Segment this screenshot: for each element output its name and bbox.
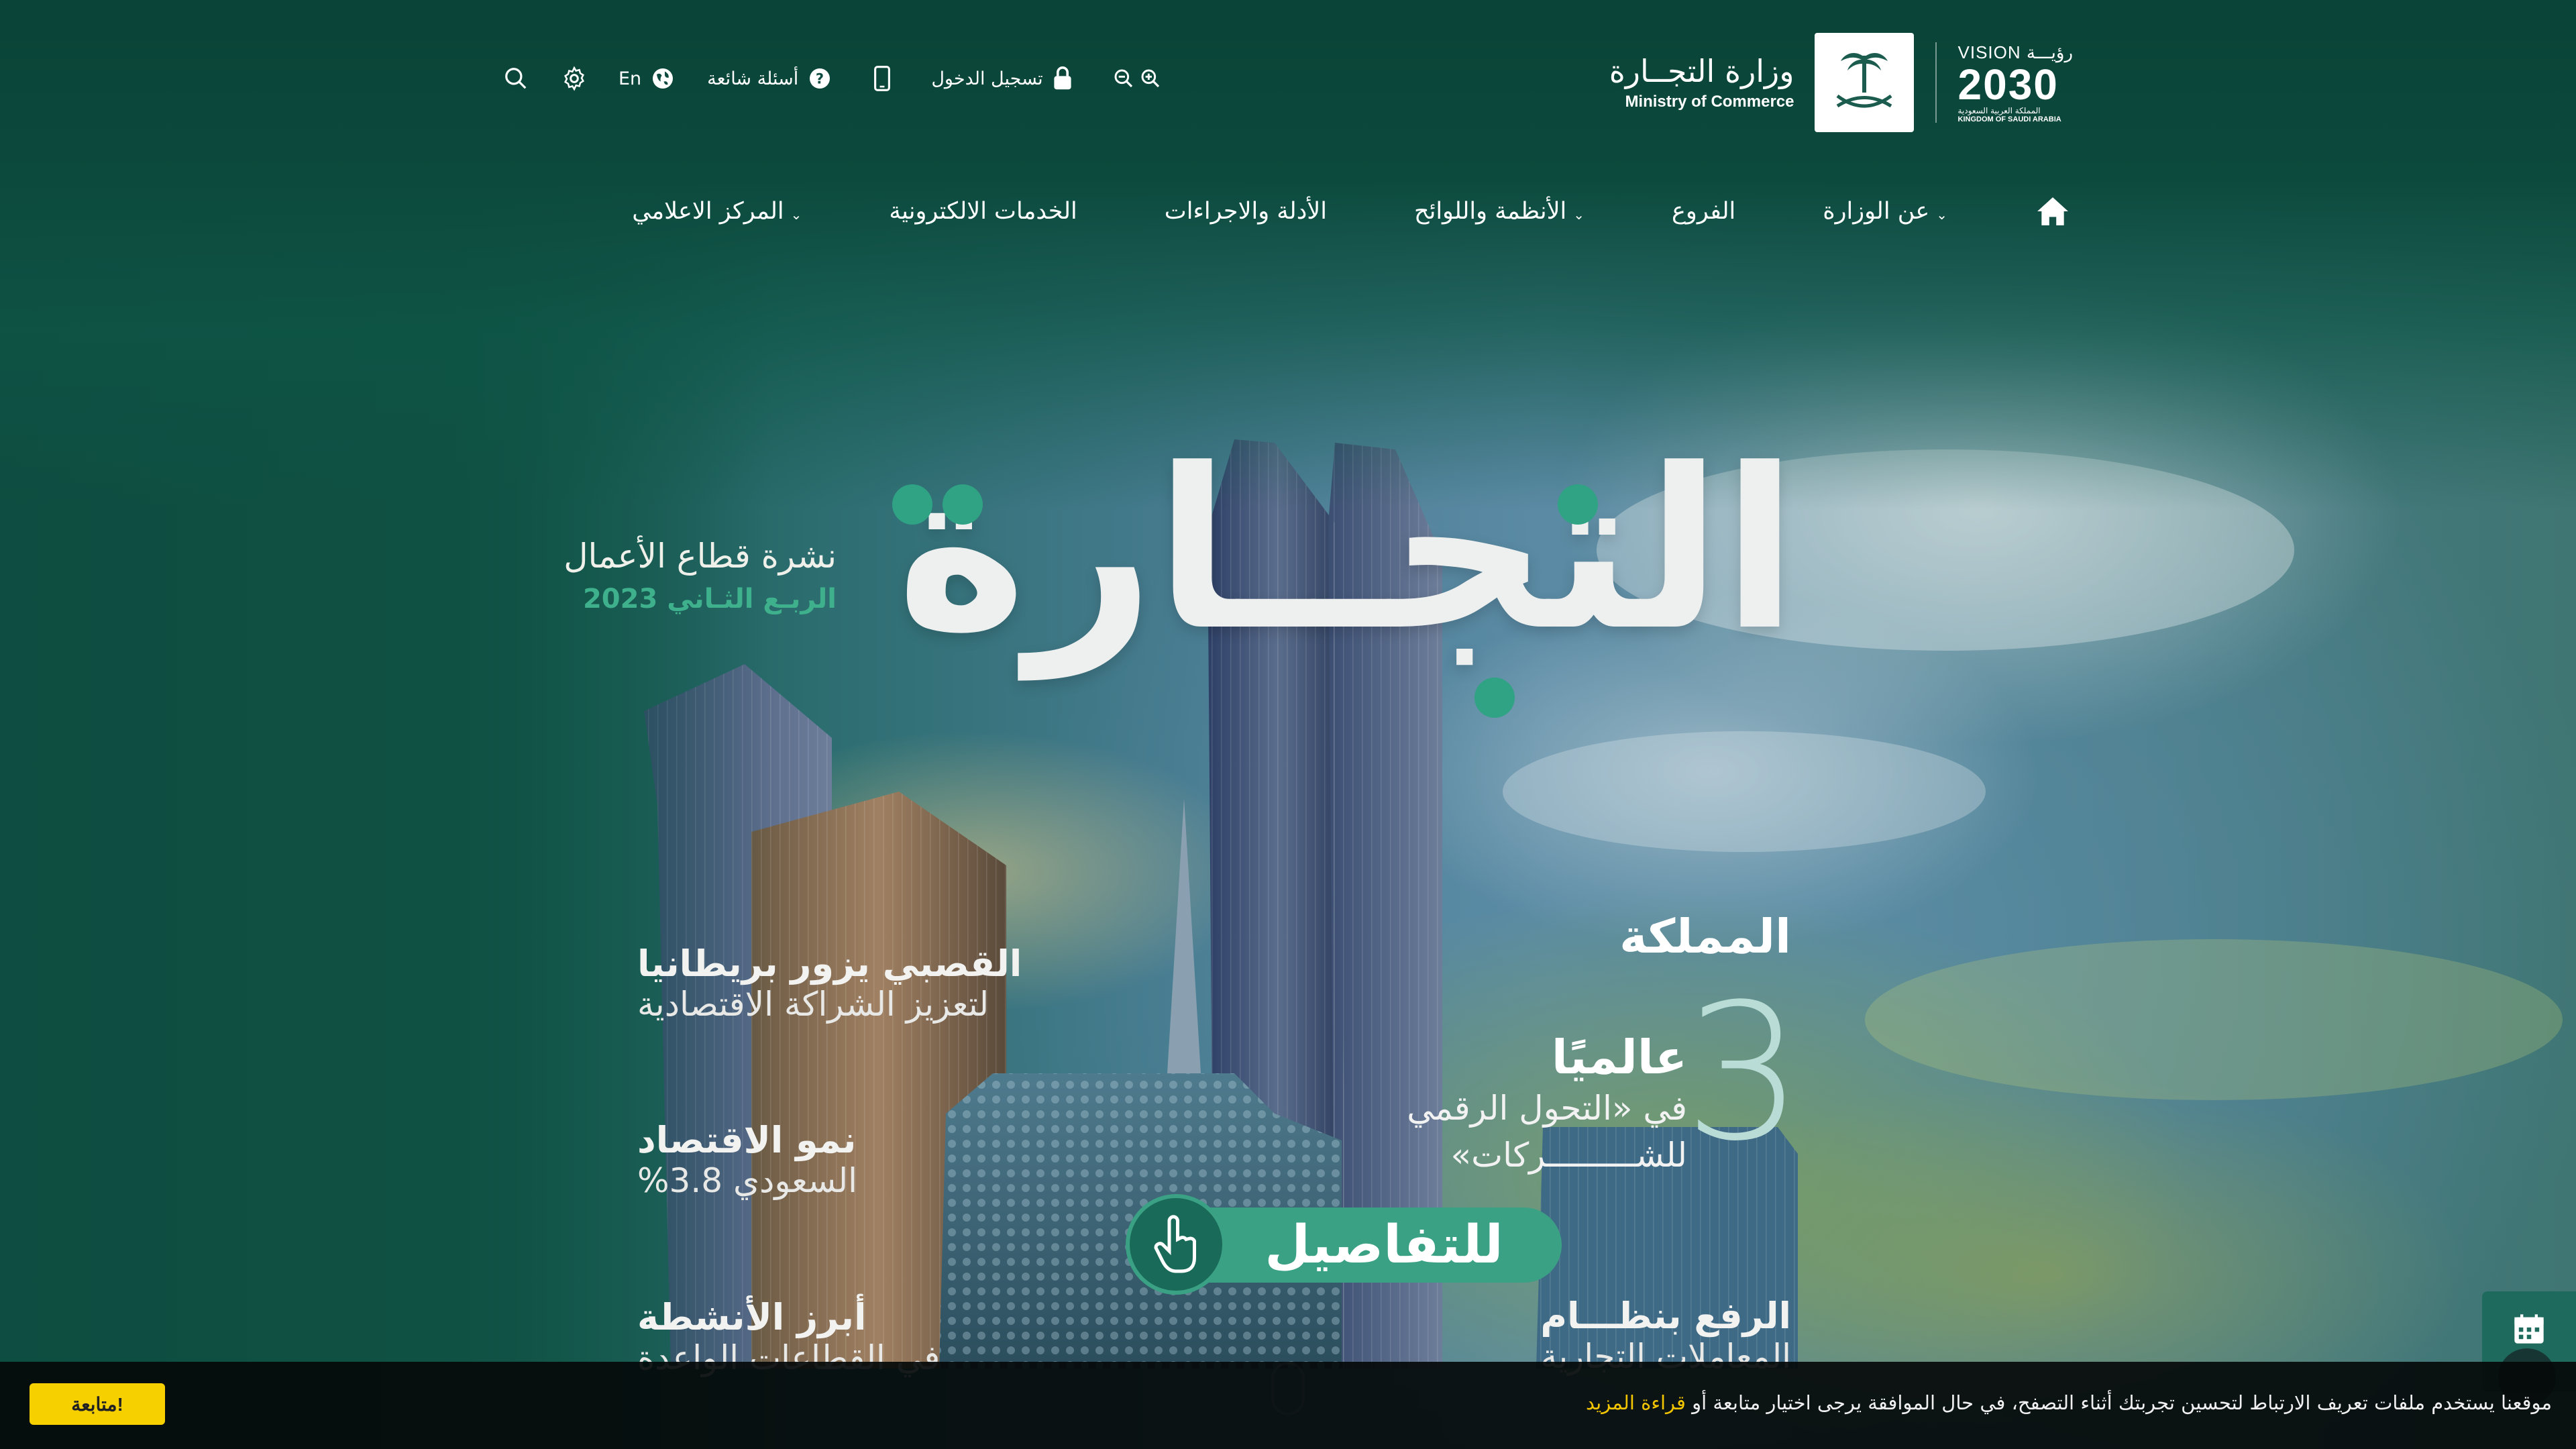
- nav-regulations-label: الأنظمة واللوائح: [1413, 198, 1567, 225]
- utility-bar: En أسئلة شائعة ? تسجيل الدخول: [503, 62, 1161, 95]
- login-link[interactable]: تسجيل الدخول: [931, 66, 1072, 91]
- nav-eservices-label: الخدمات الالكترونية: [889, 198, 1077, 225]
- site-header: وزارة التجــارة Ministry of Commerce VIS…: [0, 0, 2576, 282]
- login-label: تسجيل الدخول: [931, 68, 1043, 89]
- mobile-icon: [874, 66, 891, 91]
- news-item-title: نمو الاقتصاد: [637, 1119, 857, 1161]
- lock-icon: [1054, 66, 1071, 90]
- gear-icon: [564, 66, 584, 91]
- rank-number: 3: [1684, 964, 1804, 1183]
- vision-2030-logo: VISION رؤيـــة 2030 المملكة العربية السع…: [1958, 42, 2074, 123]
- help-icon: ?: [810, 68, 830, 89]
- vision-year: 2030: [1957, 60, 2059, 109]
- title-dot: [1474, 678, 1515, 718]
- digital-transform-line2: للشـــــــــركات»: [1450, 1136, 1687, 1175]
- chevron-down-icon: ⌄: [1573, 207, 1585, 223]
- title-dot: [943, 484, 983, 525]
- kingdom-label: المملكة: [1619, 909, 1791, 964]
- mobile-app-link[interactable]: [873, 66, 891, 91]
- nav-home[interactable]: [2036, 196, 2070, 227]
- nav-eservices[interactable]: الخدمات الالكترونية: [889, 198, 1077, 225]
- nav-branches[interactable]: الفروع: [1672, 198, 1735, 225]
- search-button[interactable]: [503, 66, 529, 91]
- globally-label: عالميًا: [1551, 1030, 1687, 1085]
- news-item-subtitle: لتعزيز الشراكة الاقتصادية: [637, 985, 989, 1024]
- zoom-out-icon[interactable]: [1113, 68, 1134, 89]
- search-icon: [505, 68, 527, 89]
- hero-main-title: التجــارة: [896, 421, 1802, 679]
- calendar-icon: [2514, 1314, 2544, 1344]
- main-navigation: عن الوزارة ⌄ الفروع الأنظمة واللوائح ⌄ ا…: [632, 196, 2070, 227]
- nav-guides[interactable]: الأدلة والاجراءات: [1165, 198, 1327, 225]
- news-item[interactable]: نمو الاقتصاد السعودي 3.8%: [637, 1119, 857, 1200]
- header-logos: وزارة التجــارة Ministry of Commerce VIS…: [1609, 32, 2073, 133]
- kingdom-rank-block: المملكة: [1619, 909, 1791, 964]
- saudi-emblem-icon: [1814, 33, 1914, 132]
- details-label: للتفاصيل: [1265, 1215, 1503, 1275]
- news-item-subtitle: السعودي 3.8%: [637, 1161, 858, 1200]
- cookie-accept-button[interactable]: متابعة!: [30, 1383, 165, 1425]
- vision-sub-en: KINGDOM OF SAUDI ARABIA: [1957, 115, 2061, 123]
- language-label: En: [619, 68, 642, 89]
- nav-about[interactable]: عن الوزارة ⌄: [1823, 198, 1947, 225]
- faq-label: أسئلة شائعة: [707, 68, 799, 89]
- nav-regulations[interactable]: الأنظمة واللوائح ⌄: [1414, 198, 1585, 225]
- vision-title: VISION رؤيـــة: [1957, 42, 2073, 62]
- ministry-name-ar: وزارة التجــارة: [1609, 53, 1794, 89]
- hand-pointer-icon: [1126, 1194, 1226, 1295]
- news-item-title: أبرز الأنشطة: [637, 1296, 867, 1338]
- cookie-read-more-link[interactable]: قراءة المزيد: [1586, 1391, 1686, 1414]
- news-item[interactable]: القصبي يزور بريطانيا لتعزيز الشراكة الاق…: [637, 943, 1022, 1024]
- nav-guides-label: الأدلة والاجراءات: [1164, 198, 1327, 225]
- details-button[interactable]: للتفاصيل: [1126, 1194, 1562, 1295]
- chevron-down-icon: ⌄: [1936, 207, 1947, 223]
- cookie-message: موقعنا يستخدم ملفات تعريف الارتباط لتحسي…: [1586, 1391, 2552, 1414]
- zoom-in-icon[interactable]: [1140, 68, 1161, 89]
- nav-branches-label: الفروع: [1672, 198, 1736, 225]
- cookie-message-text: موقعنا يستخدم ملفات تعريف الارتباط لتحسي…: [1685, 1391, 2552, 1414]
- nav-media-label: المركز الاعلامي: [632, 198, 784, 225]
- svg-text:?: ?: [816, 71, 824, 87]
- globally-block: عالميًا في «التحول الرقمي للشـــــــــرك…: [1407, 1030, 1687, 1179]
- cookie-banner: موقعنا يستخدم ملفات تعريف الارتباط لتحسي…: [0, 1362, 2576, 1449]
- logo-divider: [1935, 42, 1937, 123]
- zoom-controls: [1113, 68, 1161, 89]
- language-switch[interactable]: En: [619, 66, 675, 91]
- digital-transform-line1: في «التحول الرقمي: [1407, 1089, 1687, 1128]
- faq-link[interactable]: أسئلة شائعة ?: [707, 66, 832, 91]
- title-dot: [892, 484, 932, 525]
- home-icon: [2037, 197, 2068, 225]
- nav-about-label: عن الوزارة: [1823, 198, 1930, 225]
- vision-sub-ar: المملكة العربية السعودية: [1957, 105, 2041, 115]
- chevron-down-icon: ⌄: [790, 207, 802, 223]
- bulletin-title: نشرة قطاع الأعمال: [564, 537, 837, 576]
- commercial-system-title: الرفع بنظـــام: [1540, 1295, 1791, 1337]
- settings-button[interactable]: [561, 65, 588, 92]
- bulletin-heading: نشرة قطاع الأعمال الربـع الثـاني 2023: [564, 537, 837, 614]
- ministry-name-en: Ministry of Commerce: [1625, 93, 1794, 111]
- title-dot: [1558, 484, 1598, 525]
- ministry-logo[interactable]: وزارة التجــارة Ministry of Commerce: [1609, 54, 1794, 111]
- globe-icon: [653, 68, 674, 89]
- bulletin-quarter: الربـع الثـاني 2023: [582, 584, 837, 614]
- news-item-title: القصبي يزور بريطانيا: [637, 943, 1022, 985]
- nav-media[interactable]: المركز الاعلامي ⌄: [632, 198, 802, 225]
